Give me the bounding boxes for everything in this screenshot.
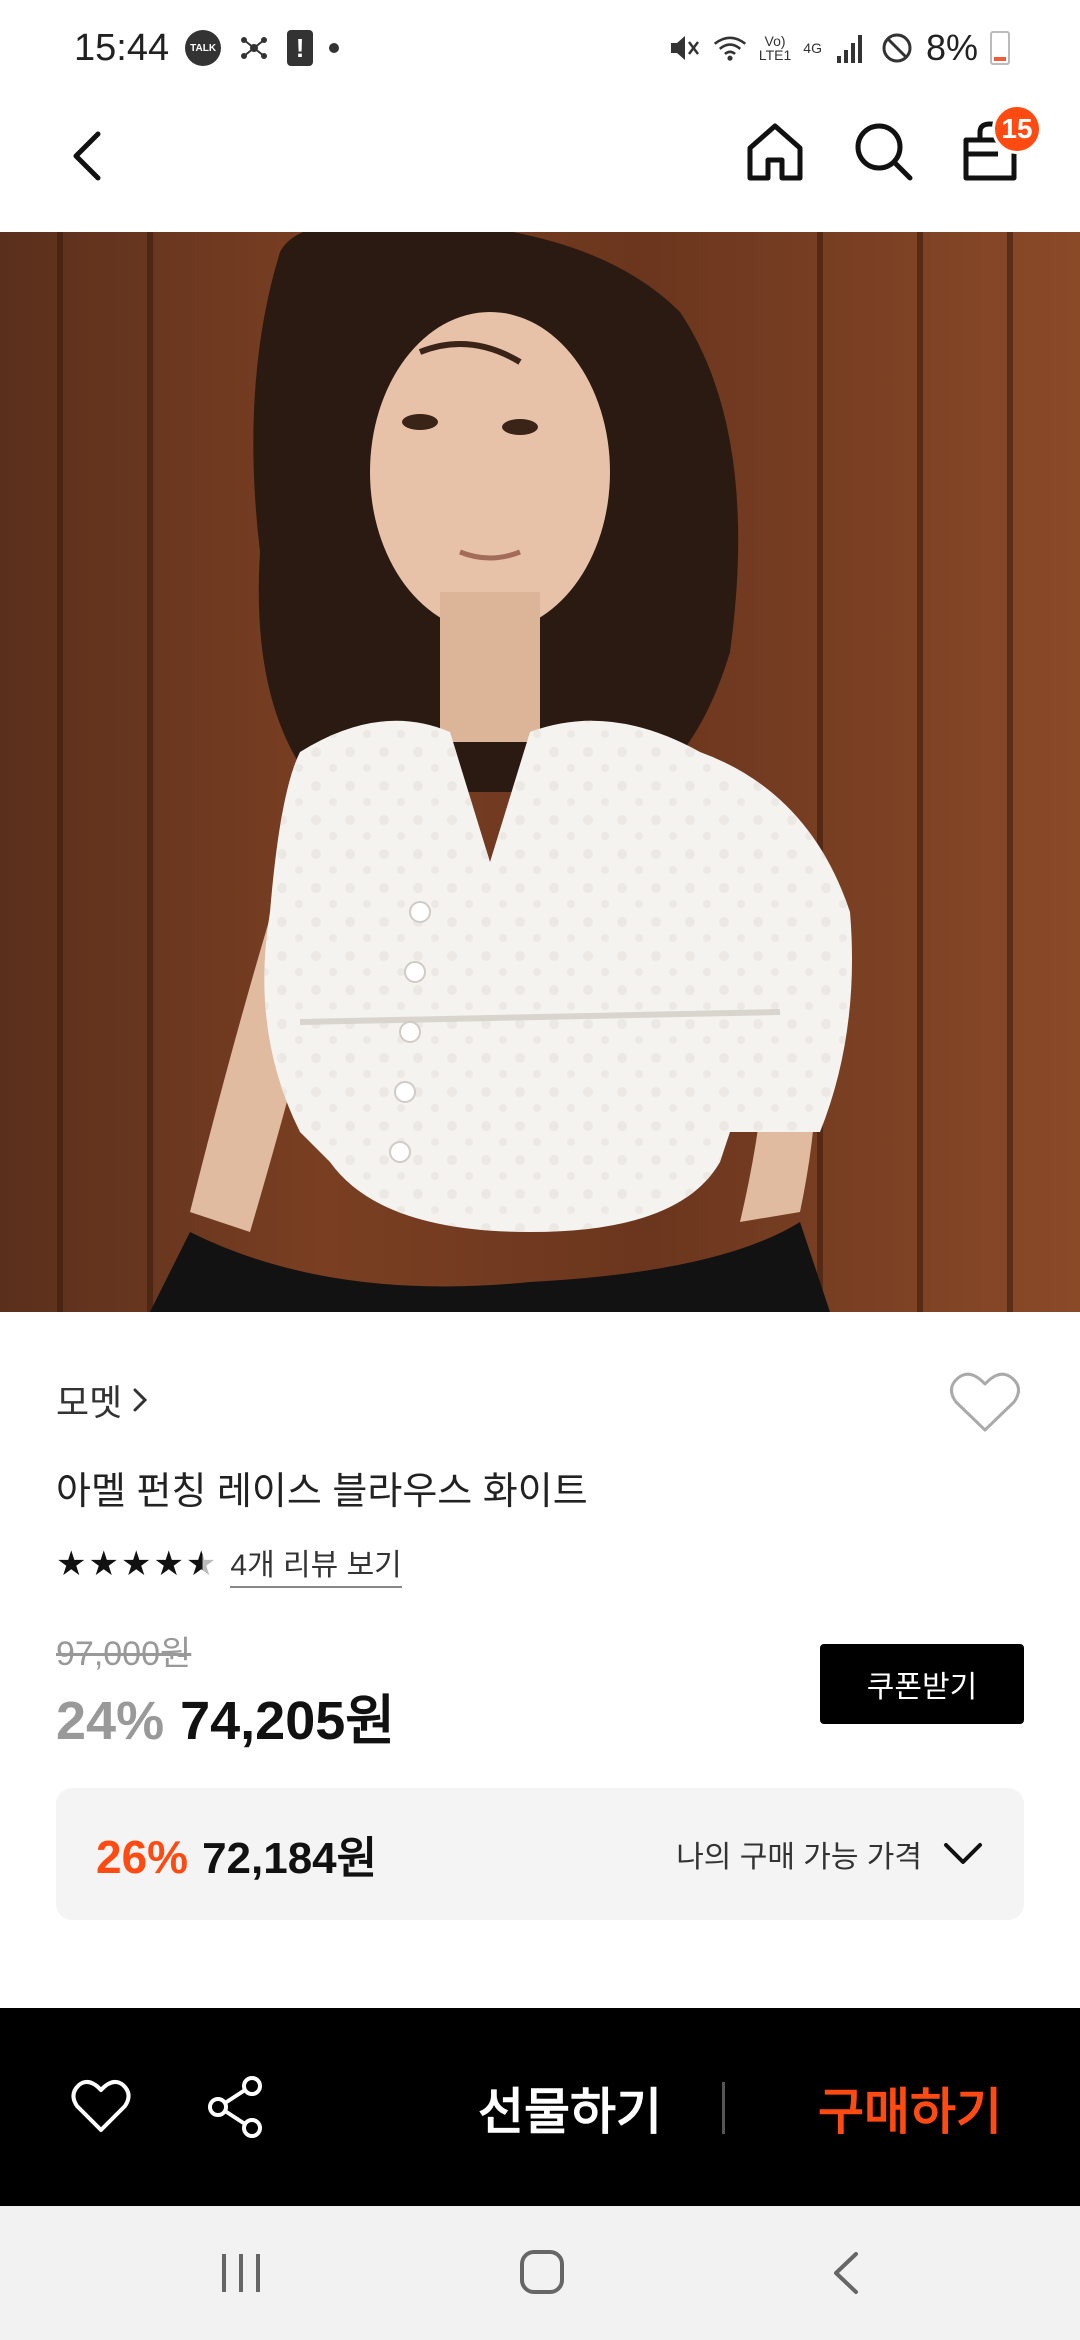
top-navigation: 15 (0, 96, 1080, 232)
buy-button[interactable]: 구매하기 (760, 2068, 1060, 2148)
warning-icon: ! (287, 30, 314, 66)
cart-count-badge: 15 (992, 104, 1042, 154)
action-divider (722, 2082, 725, 2134)
review-link[interactable]: 4개 리뷰 보기 (230, 1540, 402, 1588)
star-icon: ★ (88, 1545, 119, 1583)
brand-name: 모멧 (56, 1382, 123, 1423)
network-bottom-text: LTE1 (758, 47, 792, 63)
half-star-icon: ★ (185, 1545, 217, 1583)
chevron-right-icon (133, 1388, 148, 1412)
signal-icon (834, 30, 868, 66)
sale-price-row: 24% 74,205원 (56, 1676, 395, 1755)
original-price: 97,000원 (56, 1635, 192, 1673)
do-not-disturb-icon (880, 30, 914, 66)
wishlist-heart-icon[interactable] (948, 1370, 1022, 1436)
system-back-icon[interactable] (826, 2248, 866, 2298)
battery-icon (990, 31, 1010, 65)
system-home-icon[interactable] (516, 2246, 568, 2298)
back-icon[interactable] (60, 126, 120, 186)
star-icon: ★ (56, 1545, 87, 1583)
my-price-toggle[interactable]: 나의 구매 가능 가격 (676, 1832, 984, 1876)
heart-icon[interactable] (70, 2078, 132, 2136)
sale-price: 74,205원 (180, 1691, 395, 1751)
chevron-down-icon (944, 1843, 982, 1864)
product-name: 아멜 펀칭 레이스 블라우스 화이트 (56, 1471, 588, 1513)
rating-row: ★ ★ ★ ★ ★ 4개 리뷰 보기 (56, 1540, 402, 1588)
my-price-values: 26% 72,184원 (96, 1822, 377, 1886)
search-icon[interactable] (850, 118, 916, 184)
star-icon: ★ (153, 1545, 184, 1583)
kakaotalk-icon: TALK (185, 30, 222, 66)
recent-apps-icon[interactable] (216, 2248, 266, 2298)
my-price-label: 나의 구매 가능 가격 (676, 1841, 922, 1874)
system-navigation-bar (0, 2206, 1080, 2340)
mute-icon (667, 30, 701, 66)
bottom-action-bar: 선물하기 구매하기 (0, 2008, 1080, 2206)
my-price-box[interactable]: 26% 72,184원 나의 구매 가능 가격 (56, 1788, 1024, 1920)
network-type-label: 4G (803, 40, 822, 56)
status-right: Vo) LTE1 4G 8% (667, 27, 1010, 69)
coupon-button[interactable]: 쿠폰받기 (820, 1644, 1024, 1724)
discount-rate: 24% (56, 1691, 165, 1751)
home-icon[interactable] (742, 118, 808, 184)
gift-button[interactable]: 선물하기 (440, 2068, 700, 2148)
status-left: 15:44 TALK ! (74, 26, 340, 70)
product-image[interactable] (0, 232, 1080, 1312)
star-icon: ★ (120, 1545, 152, 1583)
status-bar: 15:44 TALK ! Vo) LTE1 4G 8% (0, 0, 1080, 96)
my-price: 72,184원 (202, 1834, 378, 1883)
rating-stars: ★ ★ ★ ★ ★ (56, 1547, 216, 1581)
brand-link[interactable]: 모멧 (56, 1374, 150, 1426)
wifi-icon (713, 30, 747, 66)
network-share-icon (237, 30, 271, 66)
status-time: 15:44 (74, 26, 170, 69)
share-icon[interactable] (206, 2076, 266, 2138)
my-discount-rate: 26% (96, 1831, 189, 1883)
network-volte-label: Vo) LTE1 (759, 34, 791, 62)
notification-dot-icon (329, 43, 340, 53)
battery-percent: 8% (925, 27, 978, 68)
